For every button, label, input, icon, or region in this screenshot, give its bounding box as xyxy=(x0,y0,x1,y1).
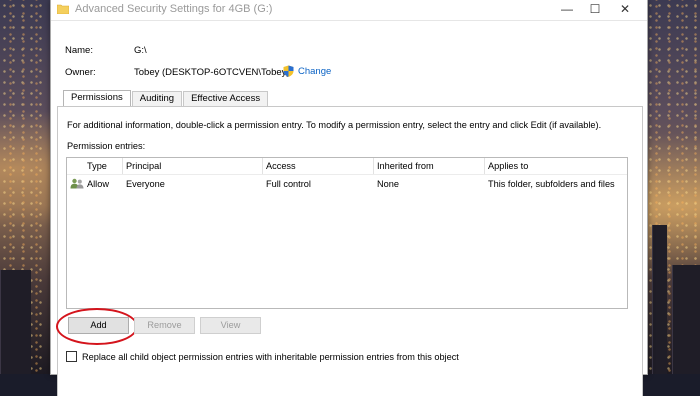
cell-access: Full control xyxy=(266,179,311,189)
owner-label: Owner: xyxy=(65,67,96,78)
list-header: Type Principal Access Inherited from App… xyxy=(67,158,627,175)
info-text: For additional information, double-click… xyxy=(67,120,602,130)
view-button[interactable]: View xyxy=(200,317,261,334)
remove-button[interactable]: Remove xyxy=(134,317,195,334)
minimize-button[interactable]: — xyxy=(553,0,581,20)
column-access[interactable]: Access xyxy=(266,161,296,171)
tab-strip: Permissions Auditing Effective Access xyxy=(63,90,269,107)
owner-value: Tobey (DESKTOP-6OTCVEN\Tobey) xyxy=(134,67,290,78)
cell-principal: Everyone xyxy=(126,179,165,189)
window-title: Advanced Security Settings for 4GB (G:) xyxy=(75,3,273,15)
column-type[interactable]: Type xyxy=(87,161,107,171)
dialog-content: Name: G:\ Owner: Tobey (DESKTOP-6OTCVEN\… xyxy=(51,20,647,396)
maximize-button[interactable]: ☐ xyxy=(581,0,609,20)
tab-permissions[interactable]: Permissions xyxy=(63,90,131,106)
replace-child-entries-label: Replace all child object permission entr… xyxy=(82,351,459,362)
tab-auditing[interactable]: Auditing xyxy=(131,91,183,106)
add-button[interactable]: Add xyxy=(68,317,129,334)
permission-entries-label: Permission entries: xyxy=(67,141,146,151)
permission-entries-list[interactable]: Type Principal Access Inherited from App… xyxy=(66,157,628,309)
folder-icon xyxy=(57,4,69,14)
column-applies-to[interactable]: Applies to xyxy=(488,161,528,171)
cell-applies-to: This folder, subfolders and files xyxy=(488,179,615,189)
uac-shield-icon xyxy=(283,65,294,77)
change-owner[interactable]: Change xyxy=(283,65,331,77)
column-principal[interactable]: Principal xyxy=(126,161,161,171)
change-link[interactable]: Change xyxy=(298,66,331,77)
advanced-security-settings-window: Advanced Security Settings for 4GB (G:) … xyxy=(50,0,648,396)
cell-inherited-from: None xyxy=(377,179,399,189)
cell-type: Allow xyxy=(87,179,109,189)
replace-child-entries-option[interactable]: Replace all child object permission entr… xyxy=(66,351,459,362)
replace-child-entries-checkbox[interactable] xyxy=(66,351,77,362)
permissions-panel: For additional information, double-click… xyxy=(56,106,643,396)
name-value: G:\ xyxy=(134,45,147,56)
close-button[interactable]: ✕ xyxy=(611,0,639,20)
table-row[interactable]: Allow Everyone Full control None This fo… xyxy=(67,176,627,192)
title-bar[interactable]: Advanced Security Settings for 4GB (G:) … xyxy=(51,0,647,20)
name-label: Name: xyxy=(65,45,93,56)
users-icon xyxy=(70,178,84,189)
tab-effective-access[interactable]: Effective Access xyxy=(183,91,269,106)
column-inherited-from[interactable]: Inherited from xyxy=(377,161,434,171)
